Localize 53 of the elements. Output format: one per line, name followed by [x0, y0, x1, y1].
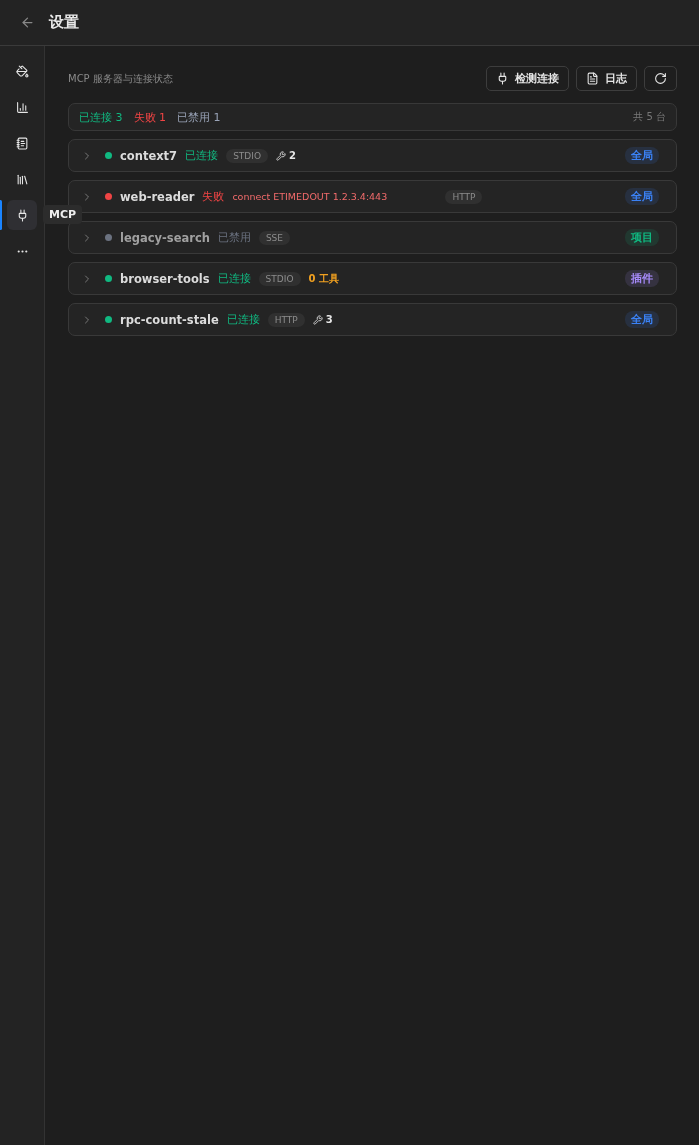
scope-tag: 全局 [625, 147, 659, 164]
status-dot [105, 152, 112, 159]
transport-tag: STDIO [226, 148, 268, 163]
status-dot [105, 275, 112, 282]
status-dot [105, 316, 112, 323]
tool-warning: 0 工具 [308, 271, 339, 286]
server-name: browser-tools [120, 271, 210, 286]
paint-bucket-icon [15, 64, 29, 78]
status-label: 已禁用 [217, 230, 251, 245]
status-label: 已连接 [185, 148, 219, 163]
status-count: 已连接 3 [79, 109, 123, 125]
error-message: connect ETIMEDOUT 1.2.3.4:443 [232, 191, 389, 202]
wrench-icon [276, 150, 286, 161]
notebook-icon [15, 136, 29, 150]
transport-tag: HTTP [445, 189, 483, 204]
toolbar-button[interactable]: 检测连接 [486, 66, 569, 91]
server-name: legacy-search [120, 230, 210, 245]
wrench-icon [312, 314, 323, 325]
tool-count-text: 3 [325, 314, 333, 325]
server-row[interactable]: rpc-count-stale 已连接 HTTP 3 全局 [68, 303, 677, 336]
status-dot [105, 193, 112, 200]
server-row[interactable]: browser-tools 已连接 STDIO 0 工具 插件 [68, 262, 677, 295]
section-title: MCP 服务器与连接状态 [68, 71, 173, 86]
server-name: context7 [120, 148, 178, 163]
scope-tag: 全局 [625, 311, 659, 328]
refresh-icon [654, 72, 667, 85]
tooltip: MCP [43, 205, 83, 224]
server-row[interactable]: legacy-search 已禁用 SSE 项目 [68, 221, 677, 254]
scope-tag: 项目 [625, 229, 659, 246]
status-count: 失败 1 [133, 109, 166, 125]
document-icon [586, 72, 599, 85]
page-title: 设置 [49, 13, 79, 32]
status-dot [105, 234, 112, 241]
transport-tag: SSE [258, 230, 291, 245]
toolbar-button[interactable]: 日志 [576, 66, 637, 91]
refresh-button[interactable] [644, 66, 677, 91]
status-count: 已禁用 1 [177, 109, 221, 125]
server-name: web-reader [120, 189, 195, 204]
total-count: 共 5 台 [633, 110, 666, 124]
server-name: rpc-count-stale [120, 312, 219, 327]
transport-tag: STDIO [258, 271, 301, 286]
status-label: 已连接 [226, 312, 260, 327]
plug-icon [496, 72, 509, 85]
back-icon[interactable] [20, 15, 35, 30]
status-label: 已连接 [217, 271, 251, 286]
tool-count-text: 2 [289, 150, 296, 161]
scope-tag: 全局 [625, 188, 659, 205]
server-row[interactable]: context7 已连接 STDIO 2 全局 [68, 139, 677, 172]
transport-tag: HTTP [267, 312, 305, 327]
bar-chart-icon [15, 100, 29, 114]
scope-tag: 插件 [625, 270, 659, 287]
books-icon [15, 172, 29, 186]
status-label: 失败 [202, 189, 225, 204]
